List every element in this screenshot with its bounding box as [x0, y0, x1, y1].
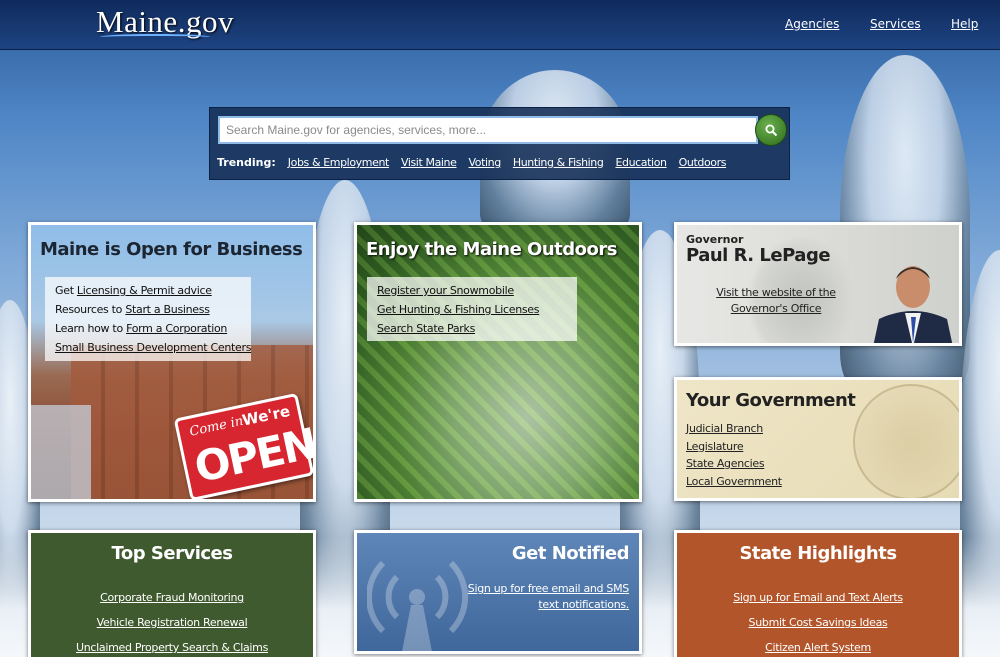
local-government-link[interactable]: Local Government [686, 473, 782, 491]
start-business-link[interactable]: Start a Business [125, 303, 210, 316]
governor-tile: Governor Paul R. LePage Visit the websit… [674, 222, 962, 346]
nav-services[interactable]: Services [870, 17, 921, 31]
trending-link-voting[interactable]: Voting [469, 156, 502, 169]
logo-swoosh [100, 34, 210, 40]
get-notified-tile: Get Notified Sign up for free email and … [354, 530, 642, 654]
governor-name: Paul R. LePage [686, 245, 831, 266]
form-corporation-link[interactable]: Form a Corporation [126, 322, 227, 335]
nav-agencies[interactable]: Agencies [785, 17, 839, 31]
top-services-tile: Top Services Corporate Fraud Monitoring … [28, 530, 316, 657]
trending-label: Trending: [217, 156, 276, 169]
magnifier-icon [765, 124, 778, 137]
row-prefix: Learn how to [55, 322, 127, 335]
hunting-fishing-licenses-link[interactable]: Get Hunting & Fishing Licenses [377, 303, 540, 316]
get-notified-title: Get Notified [511, 543, 630, 564]
state-parks-link[interactable]: Search State Parks [377, 322, 475, 335]
snowmobile-link[interactable]: Register your Snowmobile [377, 284, 514, 297]
outdoors-row: Register your Snowmobile [377, 281, 567, 300]
row-prefix: Get [55, 284, 77, 297]
trending-link-jobs[interactable]: Jobs & Employment [288, 156, 390, 169]
sbdc-link[interactable]: Small Business Development Centers [55, 341, 251, 354]
your-government-title: Your Government [686, 390, 856, 411]
trending-link-hunting[interactable]: Hunting & Fishing [513, 156, 604, 169]
outdoors-tile: Enjoy the Maine Outdoors Register your S… [354, 222, 642, 502]
notification-signup-link[interactable]: Sign up for free email and SMS text noti… [459, 581, 630, 613]
business-links-panel: Get Licensing & Permit advice Resources … [45, 277, 251, 361]
your-government-links: Judicial Branch Legislature State Agenci… [686, 420, 782, 490]
state-agencies-link[interactable]: State Agencies [686, 455, 782, 473]
judicial-branch-link[interactable]: Judicial Branch [686, 420, 782, 438]
corporate-fraud-link[interactable]: Corporate Fraud Monitoring [31, 585, 313, 610]
trending-bar: Trending: Jobs & Employment Visit Maine Vot… [217, 156, 738, 169]
governor-office-link[interactable]: Visit the website of the Governor's Offi… [701, 285, 851, 317]
governor-portrait [873, 266, 953, 343]
state-highlights-links: Sign up for Email and Text Alerts Submit… [677, 585, 959, 657]
email-text-alerts-link[interactable]: Sign up for Email and Text Alerts [677, 585, 959, 610]
your-government-tile: Your Government Judicial Branch Legislat… [674, 377, 962, 501]
search-button[interactable] [755, 114, 787, 146]
nav-help[interactable]: Help [951, 17, 978, 31]
trending-link-outdoors[interactable]: Outdoors [679, 156, 727, 169]
citizen-alert-link[interactable]: Citizen Alert System [677, 635, 959, 657]
vehicle-registration-link[interactable]: Vehicle Registration Renewal [31, 610, 313, 635]
business-tile: Maine is Open for Business Get Licensing… [28, 222, 316, 502]
outdoors-row: Get Hunting & Fishing Licenses [377, 300, 567, 319]
top-services-links: Corporate Fraud Monitoring Vehicle Regis… [31, 585, 313, 657]
state-highlights-tile: State Highlights Sign up for Email and T… [674, 530, 962, 657]
building-image [31, 405, 91, 499]
cost-savings-link[interactable]: Submit Cost Savings Ideas [677, 610, 959, 635]
top-services-title: Top Services [111, 543, 233, 564]
legislature-link[interactable]: Legislature [686, 438, 782, 456]
trending-link-education[interactable]: Education [615, 156, 667, 169]
trending-link-visit-maine[interactable]: Visit Maine [401, 156, 457, 169]
search-panel: Trending: Jobs & Employment Visit Maine Vot… [209, 107, 790, 180]
licensing-permit-link[interactable]: Licensing & Permit advice [77, 284, 212, 297]
outdoors-row: Search State Parks [377, 319, 567, 338]
business-row: Resources to Start a Business [55, 300, 241, 319]
state-seal-image [853, 384, 959, 498]
business-row: Get Licensing & Permit advice [55, 281, 241, 300]
state-highlights-title: State Highlights [739, 543, 897, 564]
unclaimed-property-link[interactable]: Unclaimed Property Search & Claims [31, 635, 313, 657]
outdoors-title: Enjoy the Maine Outdoors [366, 239, 618, 260]
business-row: Small Business Development Centers [55, 338, 251, 357]
business-row: Learn how to Form a Corporation [55, 319, 241, 338]
outdoors-links-panel: Register your Snowmobile Get Hunting & F… [367, 277, 577, 341]
search-input[interactable] [218, 116, 758, 144]
business-title: Maine is Open for Business [40, 239, 303, 260]
row-prefix: Resources to [55, 303, 126, 316]
site-header: Maine.gov Agencies Services Help [0, 0, 1000, 50]
pine-needles-image [357, 225, 639, 499]
